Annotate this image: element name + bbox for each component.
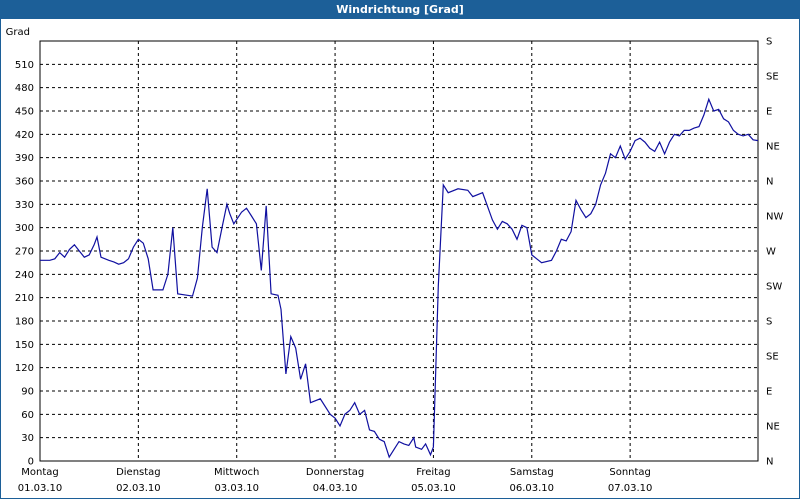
right-tick-label: SE	[766, 72, 779, 83]
right-tick-label: NW	[766, 212, 783, 223]
series-line-wind-direction	[40, 97, 759, 459]
x-tick-date: 03.03.10	[214, 483, 259, 494]
y-tick-label: 420	[15, 130, 34, 141]
x-tick-date: 06.03.10	[510, 483, 555, 494]
y-tick-label: 270	[15, 247, 34, 258]
plot-area-border	[39, 40, 759, 462]
right-tick-label: E	[766, 387, 772, 398]
y-tick-label: 450	[15, 107, 34, 118]
right-tick-label: NE	[766, 142, 780, 153]
right-tick-label: S	[766, 317, 772, 328]
y-tick-label: 60	[21, 410, 34, 421]
y-tick-label: 90	[21, 387, 34, 398]
right-tick-label: N	[766, 457, 773, 468]
x-tick-date: 07.03.10	[608, 483, 653, 494]
x-tick-day: Freitag	[416, 467, 450, 478]
right-tick-label: S	[766, 37, 772, 48]
right-tick-label: E	[766, 107, 772, 118]
right-tick-label: N	[766, 177, 773, 188]
y-axis-label: Grad	[6, 27, 30, 38]
y-tick-label: 30	[21, 433, 34, 444]
x-tick-day: Dienstag	[116, 467, 161, 478]
x-tick-date: 04.03.10	[313, 483, 358, 494]
x-tick-day: Sonntag	[609, 467, 651, 478]
y-tick-label: 240	[15, 270, 34, 281]
y-tick-label: 300	[15, 223, 34, 234]
y-tick-label: 360	[15, 177, 34, 188]
right-tick-label: SE	[766, 352, 779, 363]
y-tick-label: 210	[15, 293, 34, 304]
y-tick-label: 330	[15, 200, 34, 211]
y-tick-label: 390	[15, 153, 34, 164]
y-tick-label: 480	[15, 83, 34, 94]
chart-frame: 0 30 60 90 120 150 180 210 240 270 300 330 360 390 420…	[0, 19, 800, 499]
x-tick-day: Mittwoch	[214, 467, 259, 478]
right-tick-label: SW	[766, 282, 782, 293]
y-tick-label: 510	[15, 60, 34, 71]
x-tick-day: Donnerstag	[306, 467, 364, 478]
chart-title: Windrichtung [Grad]	[0, 0, 800, 19]
x-tick-date: 05.03.10	[411, 483, 456, 494]
right-tick-label: NE	[766, 422, 780, 433]
wind-direction-chart: 0 30 60 90 120 150 180 210 240 270 300 330 360 390 420…	[6, 27, 784, 494]
right-tick-label: W	[766, 247, 776, 258]
y-tick-label: 120	[15, 363, 34, 374]
y-tick-label: 150	[15, 340, 34, 351]
x-tick-day: Samstag	[510, 467, 554, 478]
x-tick-date: 01.03.10	[18, 483, 63, 494]
y-tick-label: 180	[15, 317, 34, 328]
y-tick-label: 0	[28, 457, 34, 468]
x-tick-day: Montag	[21, 467, 58, 478]
x-tick-date: 02.03.10	[116, 483, 161, 494]
